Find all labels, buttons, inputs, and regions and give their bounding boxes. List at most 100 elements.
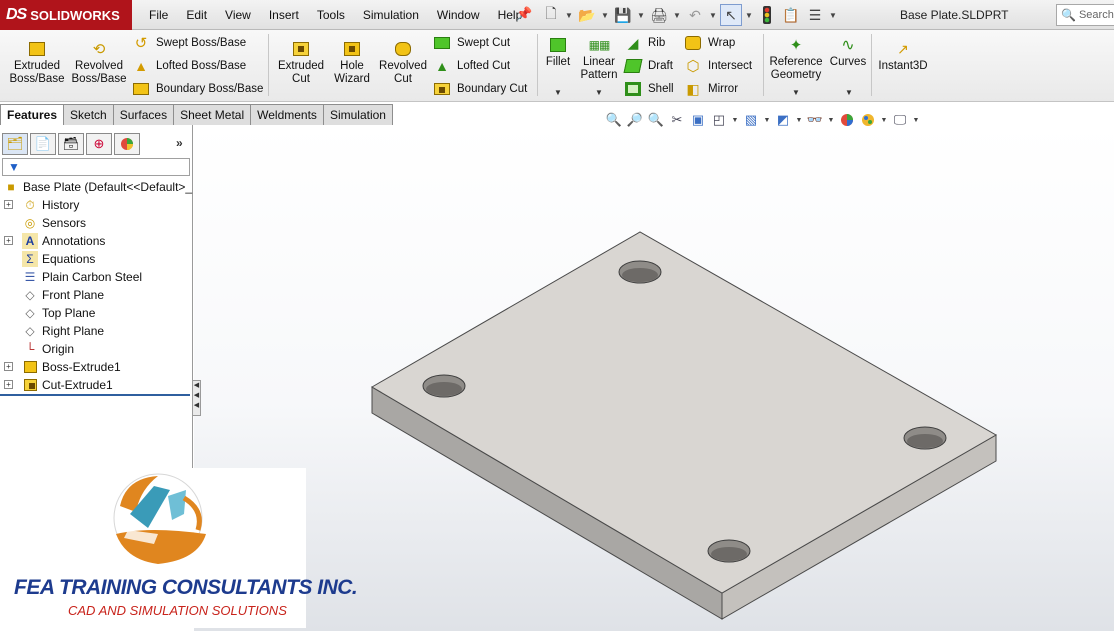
menu-view[interactable]: View [216,8,260,22]
panel-splitter[interactable]: ◀ ◀ ◀ [192,380,201,416]
wrap-button[interactable]: Wrap [684,33,735,53]
mirror-button[interactable]: ◧ Mirror [684,79,738,99]
hole-wizard-button[interactable]: Hole Wizard [328,40,376,86]
rollback-bar[interactable] [0,394,190,396]
save-dropdown-icon[interactable]: ▼ [636,11,646,20]
print-dropdown-icon[interactable]: ▼ [672,11,682,20]
zoom-to-area-icon[interactable]: 🔎 [626,111,644,129]
menu-insert[interactable]: Insert [260,8,308,22]
menu-tools[interactable]: Tools [308,8,354,22]
shell-button[interactable]: Shell [624,79,674,99]
select-dropdown-icon[interactable]: ▼ [744,11,754,20]
display-style-icon[interactable]: ▧ [742,111,760,129]
tree-item-history[interactable]: + ⏱ History [0,196,192,214]
expand-toggle[interactable]: + [4,380,13,389]
file-properties-icon[interactable]: 📋 [780,4,802,26]
display-manager-tab-icon[interactable] [114,133,140,155]
display-style-dropdown-icon[interactable]: ▼ [763,117,771,124]
revolved-boss-button[interactable]: ⟲ Revolved Boss/Base [70,40,128,86]
property-manager-tab-icon[interactable]: 📄 [30,133,56,155]
tree-item-annotations[interactable]: + A Annotations [0,232,192,250]
options-icon[interactable]: ☰ [804,4,826,26]
new-document-icon[interactable]: 🗋 [540,4,562,26]
menu-edit[interactable]: Edit [177,8,216,22]
menu-window[interactable]: Window [428,8,489,22]
undo-dropdown-icon[interactable]: ▼ [708,11,718,20]
zoom-to-fit-icon[interactable]: 🔍 [605,111,623,129]
base-plate-model[interactable] [194,125,1114,631]
tree-item-origin[interactable]: └ Origin [0,340,192,358]
tree-root-part[interactable]: ■ Base Plate (Default<<Default>_ [0,178,192,196]
reference-geometry-dropdown-icon[interactable]: ▼ [792,88,800,97]
tree-filter[interactable]: ▼ [2,158,190,176]
hide-show-dropdown-icon[interactable]: ▼ [795,117,803,124]
boundary-cut-button[interactable]: Boundary Cut [433,79,527,99]
revolved-cut-button[interactable]: Revolved Cut [376,40,430,86]
instant3d-button[interactable]: ↗ Instant3D [875,40,931,73]
extruded-cut-button[interactable]: Extruded Cut [274,40,328,86]
tree-item-boss-extrude1[interactable]: + Boss-Extrude1 [0,358,192,376]
linear-pattern-button[interactable]: ▦▦ Linear Pattern [576,36,622,82]
tab-surfaces[interactable]: Surfaces [112,104,175,125]
print-icon[interactable]: 🖨 [648,4,670,26]
tree-item-front-plane[interactable]: ◇ Front Plane [0,286,192,304]
monitor-settings-icon[interactable]: 🖵 [891,111,909,129]
section-view-icon[interactable]: ✂ [668,111,686,129]
open-folder-icon[interactable]: 📂 [576,4,598,26]
tree-item-cut-extrude1[interactable]: + Cut-Extrude1 [0,376,192,394]
solidworks-logo[interactable]: DS SOLIDWORKS [0,0,132,30]
graphics-area[interactable] [194,125,1114,631]
options-dropdown-icon[interactable]: ▼ [828,11,838,20]
pin-icon[interactable]: 📌 [516,6,532,22]
previous-view-icon[interactable]: 🔍 [647,111,665,129]
tab-sketch[interactable]: Sketch [63,104,114,125]
view-settings-dropdown-icon[interactable]: ▼ [880,117,888,124]
expand-toggle[interactable]: + [4,362,13,371]
swept-cut-button[interactable]: Swept Cut [433,33,510,53]
panel-expand-icon[interactable]: » [176,136,183,150]
tree-item-sensors[interactable]: ◎ Sensors [0,214,192,232]
swept-boss-button[interactable]: ↺ Swept Boss/Base [132,33,246,53]
edit-appearance-dropdown-icon[interactable]: ▼ [827,117,835,124]
edit-appearance-icon[interactable]: 👓 [806,111,824,129]
save-icon[interactable]: 💾 [612,4,634,26]
new-dropdown-icon[interactable]: ▼ [564,11,574,20]
lofted-cut-button[interactable]: ▲ Lofted Cut [433,56,510,76]
rib-button[interactable]: ◢ Rib [624,33,666,53]
hide-show-items-icon[interactable]: ◩ [774,111,792,129]
draft-button[interactable]: Draft [623,56,673,76]
reference-geometry-button[interactable]: ✦ Reference Geometry [767,36,825,82]
tree-item-top-plane[interactable]: ◇ Top Plane [0,304,192,322]
extruded-boss-button[interactable]: Extruded Boss/Base [4,40,70,86]
curves-dropdown-icon[interactable]: ▼ [845,88,853,97]
rebuild-traffic-light-icon[interactable] [756,4,778,26]
menu-simulation[interactable]: Simulation [354,8,428,22]
feature-manager-tab-icon[interactable]: 🗂 [2,133,28,155]
tab-simulation[interactable]: Simulation [322,104,393,125]
undo-icon[interactable]: ↶ [684,4,706,26]
boundary-boss-button[interactable]: Boundary Boss/Base [132,79,263,99]
menu-file[interactable]: File [140,8,177,22]
curves-button[interactable]: ∿ Curves [828,36,868,69]
open-dropdown-icon[interactable]: ▼ [600,11,610,20]
linear-pattern-dropdown-icon[interactable]: ▼ [595,88,603,97]
fillet-dropdown-icon[interactable]: ▼ [554,88,562,97]
lofted-boss-button[interactable]: ▲ Lofted Boss/Base [132,56,246,76]
apply-scene-icon[interactable] [838,111,856,129]
tree-item-equations[interactable]: Σ Equations [0,250,192,268]
intersect-button[interactable]: ⬡ Intersect [684,56,752,76]
fillet-button[interactable]: Fillet [541,36,575,69]
monitor-settings-dropdown-icon[interactable]: ▼ [912,117,920,124]
search-box[interactable]: 🔍 Search [1056,4,1114,26]
tab-sheet-metal[interactable]: Sheet Metal [173,104,252,125]
view-settings-icon[interactable] [859,111,877,129]
view-orientation-icon[interactable]: ◰ [710,111,728,129]
configuration-manager-tab-icon[interactable]: 🗃 [58,133,84,155]
select-cursor-icon[interactable]: ↖ [720,4,742,26]
expand-toggle[interactable]: + [4,236,13,245]
dimxpert-manager-tab-icon[interactable]: ⊕ [86,133,112,155]
view-orientation-dropdown-icon[interactable]: ▼ [731,117,739,124]
tree-item-material[interactable]: ☰ Plain Carbon Steel [0,268,192,286]
tree-item-right-plane[interactable]: ◇ Right Plane [0,322,192,340]
tab-features[interactable]: Features [0,104,65,125]
